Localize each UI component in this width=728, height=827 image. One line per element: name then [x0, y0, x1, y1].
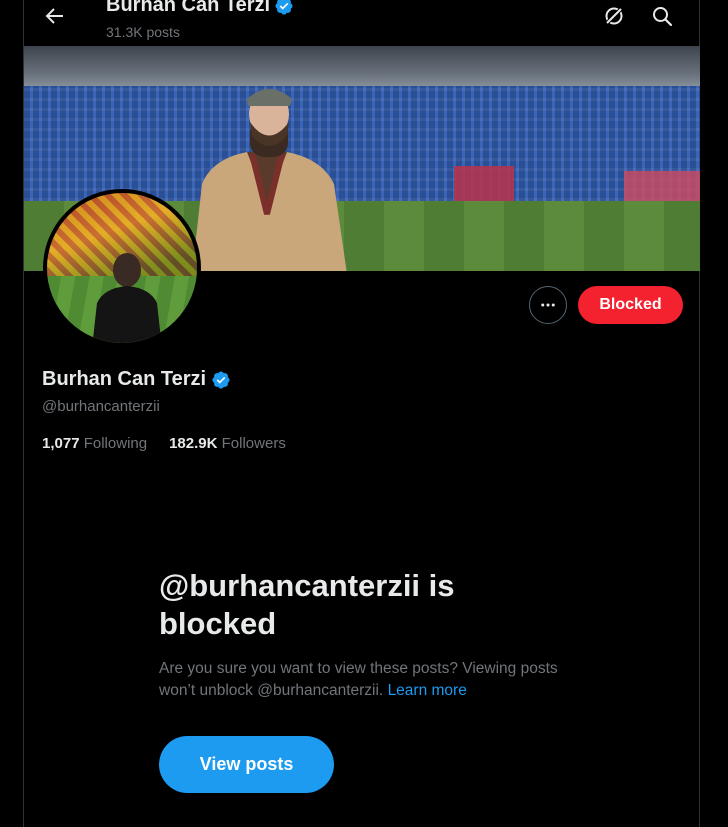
- grok-icon[interactable]: [602, 4, 626, 28]
- verified-badge-icon[interactable]: [211, 370, 231, 390]
- profile-name: Burhan Can Terzi: [42, 368, 231, 391]
- view-posts-button[interactable]: View posts: [159, 736, 334, 793]
- arrow-left-icon[interactable]: [42, 4, 66, 28]
- more-options-button[interactable]: [529, 286, 567, 324]
- avatar[interactable]: [43, 189, 201, 347]
- learn-more-link[interactable]: Learn more: [388, 682, 467, 699]
- more-horizontal-icon: [541, 303, 555, 307]
- blocked-notice-body: Are you sure you want to view these post…: [159, 658, 569, 702]
- following-link[interactable]: 1,077 Following: [42, 435, 147, 452]
- profile-handle: @burhancanterzii: [42, 398, 160, 415]
- profile-column: Burhan Can Terzi 31.3K posts Blocked Bur…: [23, 0, 700, 827]
- avatar-person: [92, 253, 162, 343]
- banner-red-section: [454, 166, 514, 201]
- banner-person-photo: [192, 89, 347, 271]
- followers-link[interactable]: 182.9K Followers: [169, 435, 286, 452]
- search-icon[interactable]: [650, 4, 674, 28]
- header-posts-count: 31.3K posts: [106, 24, 180, 40]
- header-name-text: Burhan Can Terzi: [106, 0, 271, 16]
- profile-name-text: Burhan Can Terzi: [42, 368, 207, 390]
- banner-red-section-2: [624, 171, 700, 201]
- blocked-notice-title: @burhancanterzii is blocked: [159, 568, 455, 641]
- blocked-notice-text: Are you sure you want to view these post…: [159, 660, 558, 699]
- header-name: Burhan Can Terzi: [106, 0, 294, 17]
- verified-badge-icon: [275, 0, 293, 15]
- following-label: Following: [83, 435, 148, 452]
- followers-label: Followers: [221, 435, 286, 452]
- followers-count: 182.9K: [169, 435, 218, 452]
- following-count: 1,077: [42, 435, 80, 452]
- blocked-button[interactable]: Blocked: [578, 286, 683, 324]
- profile-stats: 1,077 Following 182.9K Followers: [42, 435, 286, 452]
- profile-header: Burhan Can Terzi 31.3K posts: [24, 0, 699, 46]
